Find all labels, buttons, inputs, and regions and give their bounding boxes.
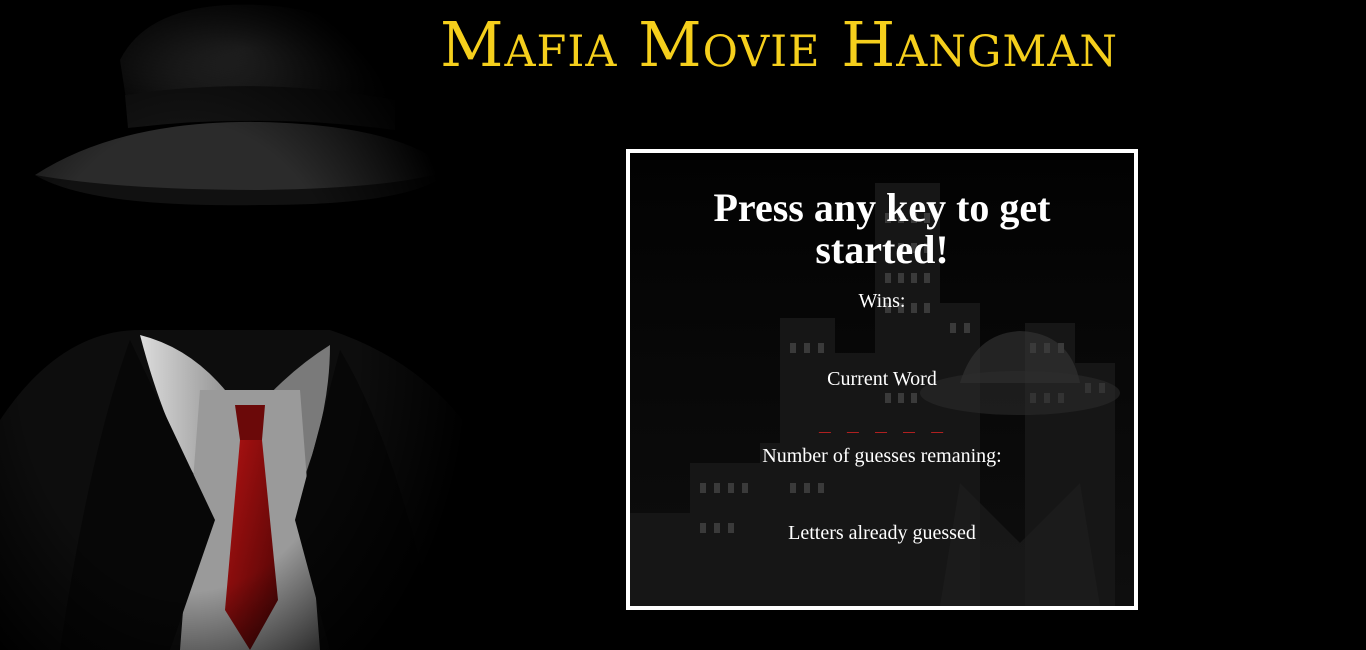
wins-label: Wins: bbox=[858, 290, 906, 312]
letters-guessed-label: Letters already guessed bbox=[788, 522, 976, 544]
game-panel: Press any key to get started! Wins: Curr… bbox=[626, 149, 1138, 610]
mafia-figure-image bbox=[0, 0, 470, 650]
guesses-remaining-label: Number of guesses remaning: bbox=[762, 445, 1002, 467]
page-title: Mafia Movie Hangman bbox=[440, 8, 1119, 81]
current-word-label: Current Word bbox=[827, 368, 937, 390]
current-word-blanks: _ _ _ _ _ bbox=[818, 409, 946, 433]
start-prompt: Press any key to get started! bbox=[713, 185, 1051, 272]
